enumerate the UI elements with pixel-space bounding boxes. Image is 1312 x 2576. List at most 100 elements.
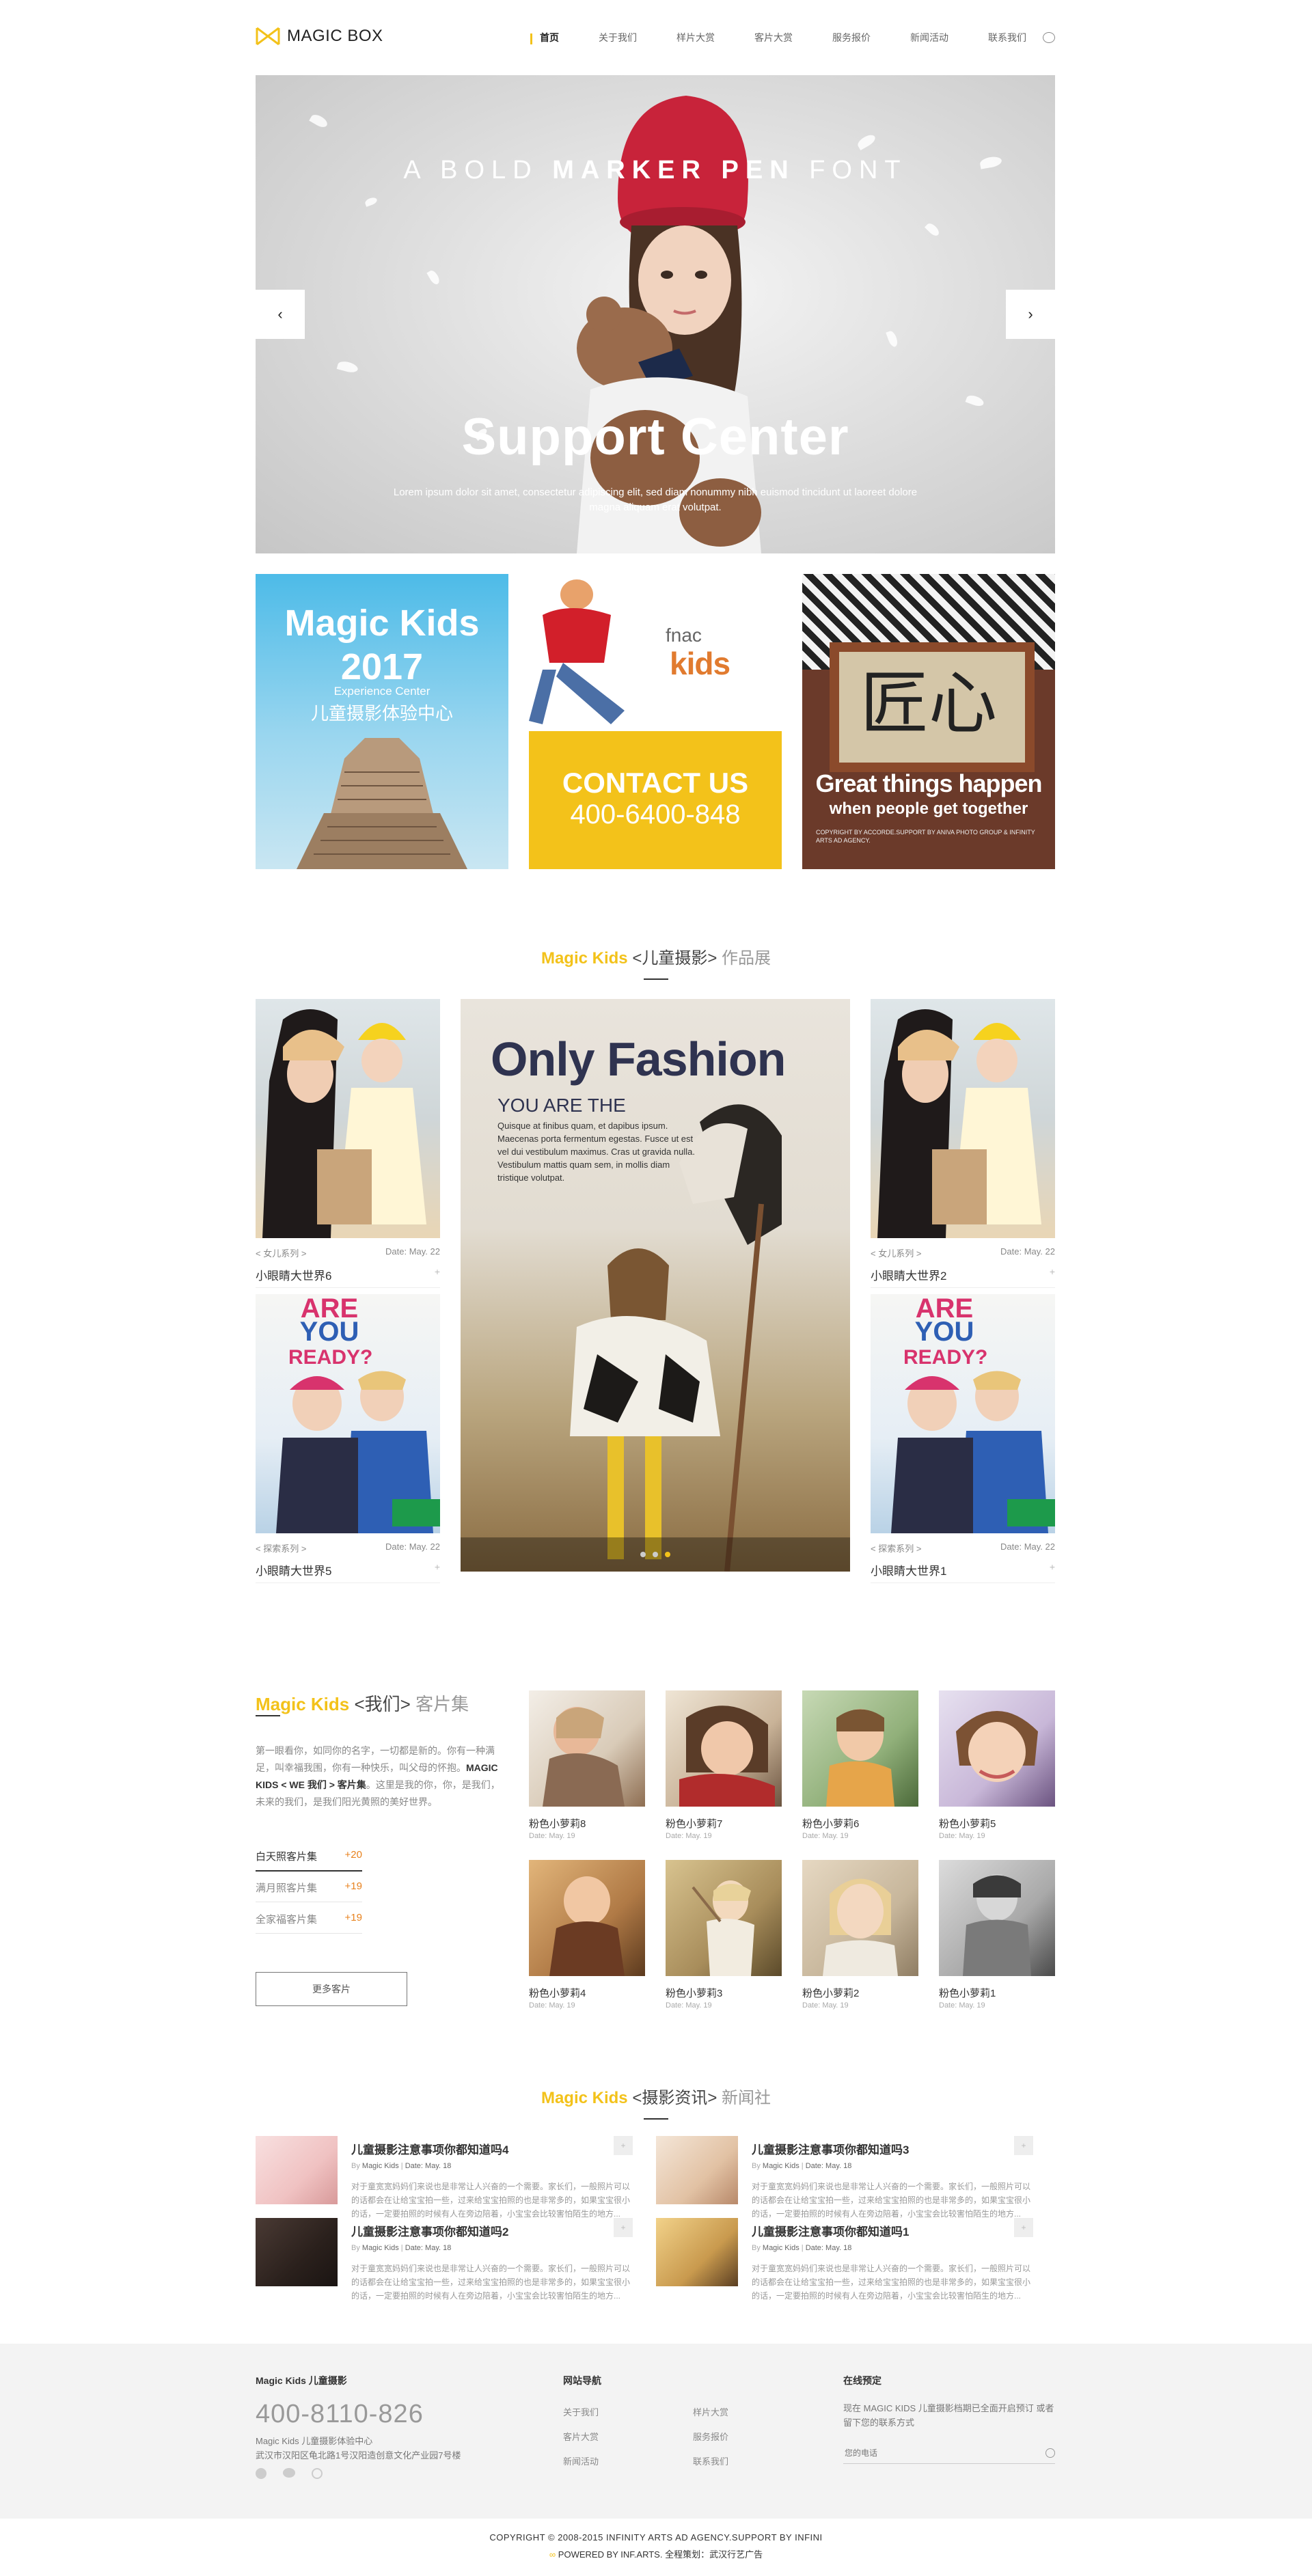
main-nav: 首页 关于我们 样片大赏 客片大赏 服务报价 新闻活动 联系我们: [530, 27, 1055, 48]
poster-headline: ARE YOU READY?: [288, 1294, 373, 1369]
footer-link[interactable]: 样片大赏: [693, 2405, 728, 2418]
gallery-thumb[interactable]: 粉色小萝莉1 Date: May. 19: [939, 1860, 1055, 2010]
feature-text: Quisque at finibus quam, et dapibus ipsu…: [497, 1121, 696, 1183]
promo-tile-craftsmanship[interactable]: 匠心 Great things happen when people get t…: [802, 574, 1055, 869]
nav-about[interactable]: 关于我们: [599, 31, 637, 44]
news-title[interactable]: 儿童摄影注意事项你都知道吗2: [351, 2222, 508, 2239]
heading-underline: [644, 2118, 668, 2120]
weibo-icon[interactable]: [312, 2468, 323, 2479]
mother-daughter-photo: [256, 999, 440, 1238]
news-item[interactable]: 儿童摄影注意事项你都知道吗2 By Magic Kids | Date: May…: [256, 2218, 633, 2301]
prev-slide-button[interactable]: ‹: [256, 290, 305, 339]
featured-fashion-slide[interactable]: Only Fashion YOU ARE THE Quisque at fini…: [461, 999, 850, 1572]
news-excerpt: 对于童宽宽妈妈们来说也是非常让人兴奋的一个需要。家长们，一般照片可以的话都会在让…: [351, 2264, 631, 2301]
nav-pricing[interactable]: 服务报价: [832, 31, 871, 44]
news-item[interactable]: 儿童摄影注意事项你都知道吗1 By Magic Kids | Date: May…: [656, 2218, 1033, 2301]
gallery-thumb[interactable]: 粉色小萝莉7 Date: May. 19: [666, 1690, 782, 1840]
slide-dot-active[interactable]: [665, 1552, 670, 1557]
footer-brand-title: Magic Kids 儿童摄影: [256, 2375, 347, 2386]
news-item[interactable]: 儿童摄影注意事项你都知道吗4 By Magic Kids | Date: May…: [256, 2136, 633, 2219]
next-slide-button[interactable]: ›: [1006, 290, 1055, 339]
stat-row[interactable]: 满月照客片集 +19: [256, 1880, 362, 1902]
card-plus-icon[interactable]: +: [1050, 1266, 1055, 1283]
footer-link[interactable]: 客片大赏: [563, 2430, 599, 2443]
nav-samples[interactable]: 样片大赏: [676, 31, 715, 44]
child-photo: [529, 1860, 645, 1976]
portfolio-heading: Magic Kids <儿童摄影> 作品展: [541, 949, 771, 968]
promo-tile-experience-center[interactable]: Magic Kids 2017 Experience Center 儿童摄影体验中…: [256, 574, 508, 869]
card-date: Date: May. 22: [385, 1246, 440, 1257]
gallery-thumb[interactable]: 粉色小萝莉2 Date: May. 19: [802, 1860, 918, 2010]
footer-booking-text: 现在 MAGIC KIDS 儿童摄影档期已全面开启预订 或者留下您的联系方式: [843, 2403, 1054, 2428]
nav-contact[interactable]: 联系我们: [988, 31, 1026, 44]
feather-decoration: [886, 329, 899, 348]
gallery-thumb[interactable]: 粉色小萝莉6 Date: May. 19: [802, 1690, 918, 1840]
news-more-button[interactable]: +: [1014, 2136, 1033, 2155]
phone-input[interactable]: [843, 2447, 1021, 2458]
tile1-heading: Magic Kids 2017: [284, 603, 480, 687]
card-title[interactable]: 小眼睛大世界5: [256, 1561, 331, 1578]
thumb-name: 粉色小萝莉3: [666, 1988, 723, 1999]
gallery-thumb[interactable]: 粉色小萝莉3 Date: May. 19: [666, 1860, 782, 2010]
news-item[interactable]: 儿童摄影注意事项你都知道吗3 By Magic Kids | Date: May…: [656, 2136, 1033, 2219]
news-more-button[interactable]: +: [1014, 2218, 1033, 2237]
gallery-thumb[interactable]: 粉色小萝莉8 Date: May. 19: [529, 1690, 645, 1840]
card-plus-icon[interactable]: +: [435, 1266, 440, 1283]
news-title[interactable]: 儿童摄影注意事项你都知道吗4: [351, 2140, 508, 2157]
mother-daughter-photo: [871, 999, 1055, 1238]
gallery-heading: Magic Kids <我们> 客片集: [256, 1694, 469, 1714]
news-excerpt: 对于童宽宽妈妈们来说也是非常让人兴奋的一个需要。家长们，一般照片可以的话都会在让…: [752, 2182, 1031, 2219]
news-heading: Magic Kids <摄影资讯> 新闻社: [541, 2089, 771, 2107]
footer-link[interactable]: 服务报价: [693, 2430, 728, 2443]
card-date: Date: May. 22: [1000, 1542, 1055, 1552]
news-more-button[interactable]: +: [614, 2218, 633, 2237]
portfolio-card[interactable]: < 女儿系列 > Date: May. 22 小眼睛大世界6 +: [256, 999, 440, 1288]
stat-row[interactable]: 白天照客片集 +20: [256, 1849, 362, 1872]
footer-address: Magic Kids 儿童摄影体验中心 武汉市汉阳区龟北路1号汉阳造创意文化产业…: [256, 2436, 461, 2461]
slide-dot[interactable]: [640, 1552, 646, 1557]
card-title[interactable]: 小眼睛大世界1: [871, 1561, 946, 1578]
footer-nav-title: 网站导航: [563, 2375, 601, 2386]
card-plus-icon[interactable]: +: [1050, 1561, 1055, 1578]
portfolio-card[interactable]: ARE YOU READY? < 探索系列 > Date: May. 22 小眼睛大世…: [871, 1294, 1055, 1583]
thumb-date: Date: May. 19: [666, 1832, 712, 1840]
news-meta: By Magic Kids | Date: May. 18: [752, 2244, 852, 2252]
gallery-thumb[interactable]: 粉色小萝莉5 Date: May. 19: [939, 1690, 1055, 1840]
site-logo[interactable]: MAGIC BOX: [256, 26, 383, 46]
qq-icon[interactable]: [256, 2468, 266, 2479]
heading-underline: [256, 1715, 280, 1716]
portfolio-card[interactable]: < 女儿系列 > Date: May. 22 小眼睛大世界2 +: [871, 999, 1055, 1288]
footer-link[interactable]: 关于我们: [563, 2405, 599, 2418]
feather-decoration: [309, 112, 329, 130]
promo-tile-contact[interactable]: fnac kids CONTACT US 400-6400-848: [529, 574, 782, 869]
more-photos-button[interactable]: 更多客片: [256, 1972, 407, 2006]
thumb-name: 粉色小萝莉7: [666, 1818, 723, 1830]
phone-submit-icon[interactable]: [1046, 2448, 1055, 2458]
powered-by: ∞ POWERED BY INF.ARTS. 全程策划：武汉行艺广告: [549, 2549, 763, 2560]
news-title[interactable]: 儿童摄影注意事项你都知道吗3: [752, 2140, 909, 2157]
card-title[interactable]: 小眼睛大世界6: [256, 1266, 331, 1283]
portfolio-card[interactable]: ARE YOU READY? < 探索系列 > Date: May. 22 小眼睛大世…: [256, 1294, 440, 1583]
child-photo: [666, 1860, 782, 1976]
chat-icon[interactable]: [1043, 32, 1055, 43]
news-meta: By Magic Kids | Date: May. 18: [351, 2162, 452, 2170]
footer-link[interactable]: 新闻活动: [563, 2454, 599, 2467]
gallery-thumb[interactable]: 粉色小萝莉4 Date: May. 19: [529, 1860, 645, 2010]
nav-news[interactable]: 新闻活动: [910, 31, 948, 44]
news-thumbnail: [656, 2136, 738, 2204]
stat-row[interactable]: 全家福客片集 +19: [256, 1912, 362, 1934]
news-more-button[interactable]: +: [614, 2136, 633, 2155]
kids-logo: kids: [670, 646, 730, 681]
footer-link[interactable]: 联系我们: [693, 2454, 728, 2467]
slide-dot[interactable]: [653, 1552, 658, 1557]
child-photo: [802, 1690, 918, 1807]
nav-client-photos[interactable]: 客片大赏: [754, 31, 793, 44]
child-photo: [529, 1690, 645, 1807]
card-plus-icon[interactable]: +: [435, 1561, 440, 1578]
wechat-icon[interactable]: [283, 2468, 295, 2478]
news-title[interactable]: 儿童摄影注意事项你都知道吗1: [752, 2222, 909, 2239]
card-title[interactable]: 小眼睛大世界2: [871, 1266, 946, 1283]
logo-text: MAGIC BOX: [287, 27, 383, 45]
nav-home[interactable]: 首页: [530, 31, 559, 44]
phone-input-field[interactable]: [843, 2442, 1055, 2464]
